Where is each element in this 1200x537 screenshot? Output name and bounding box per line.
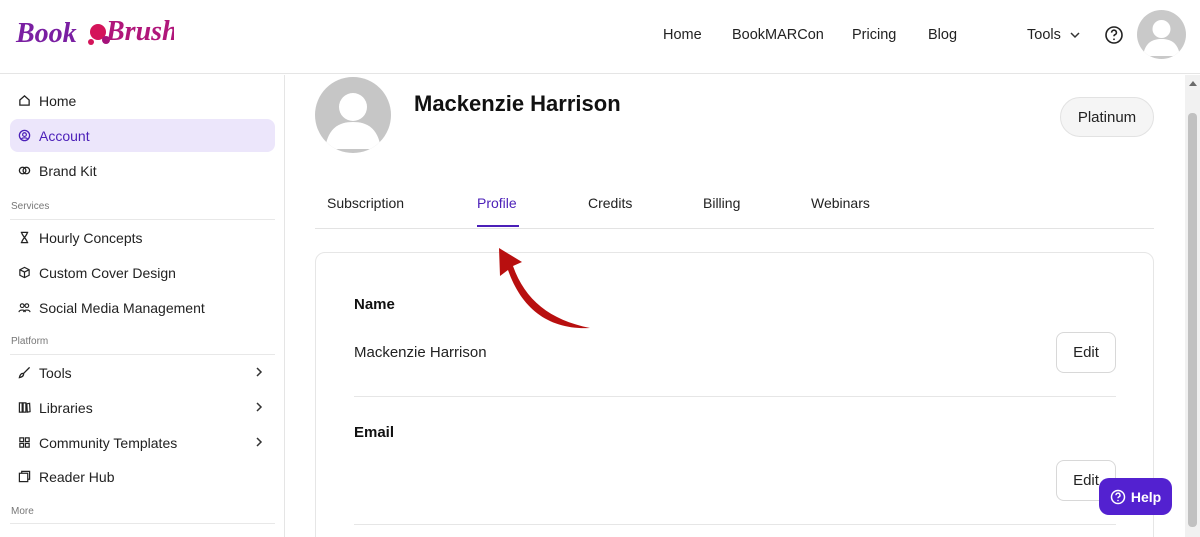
chevron-right-icon	[256, 402, 263, 412]
tab-credits[interactable]: Credits	[588, 195, 632, 211]
sidebar-item-brand-kit[interactable]: Brand Kit	[10, 154, 275, 187]
sidebar-item-label: Community Templates	[39, 434, 178, 451]
chevron-down-icon	[1070, 32, 1080, 39]
user-avatar[interactable]	[1137, 10, 1186, 59]
sidebar-item-hourly-concepts[interactable]: Hourly Concepts	[10, 221, 275, 254]
sidebar-item-label: Reader Hub	[39, 468, 115, 485]
tab-profile[interactable]: Profile	[477, 195, 517, 211]
brush-icon	[18, 366, 31, 379]
annotation-arrow-icon	[499, 248, 590, 329]
sidebar-item-label: Libraries	[39, 399, 93, 416]
brand-kit-icon	[18, 166, 31, 175]
nav-bookmarcon-link[interactable]: BookMARCon	[732, 27, 824, 43]
people-icon	[18, 303, 31, 313]
nav-pricing-link[interactable]: Pricing	[852, 27, 896, 43]
tab-subscription[interactable]: Subscription	[327, 195, 404, 211]
sidebar-divider	[10, 219, 275, 220]
sidebar-divider	[10, 523, 275, 524]
account-icon	[18, 129, 31, 142]
help-circle-icon[interactable]	[1104, 25, 1124, 45]
sidebar-item-tools[interactable]: Tools	[10, 356, 275, 389]
sidebar-item-libraries[interactable]: Libraries	[10, 391, 275, 424]
field-divider	[354, 524, 1116, 525]
nav-home-link[interactable]: Home	[663, 27, 702, 43]
name-label: Name	[354, 296, 395, 313]
active-tab-indicator	[477, 225, 519, 227]
name-value: Mackenzie Harrison	[354, 344, 487, 361]
sidebar-item-community-templates[interactable]: Community Templates	[10, 426, 275, 459]
profile-name: Mackenzie Harrison	[414, 91, 621, 116]
profile-card: Name Mackenzie Harrison Edit Email Edit	[315, 252, 1154, 537]
library-icon	[18, 402, 31, 413]
sidebar-item-label: Custom Cover Design	[39, 264, 176, 281]
help-button-label: Help	[1130, 488, 1162, 505]
sidebar-item-label: Tools	[39, 364, 72, 381]
tab-webinars[interactable]: Webinars	[811, 195, 870, 211]
avatar-placeholder-icon	[325, 93, 381, 149]
sidebar-item-label: Hourly Concepts	[39, 229, 143, 246]
scrollbar-thumb[interactable]	[1188, 113, 1197, 527]
sidebar-item-custom-cover-design[interactable]: Custom Cover Design	[10, 256, 275, 289]
page-scrollbar[interactable]	[1185, 75, 1200, 537]
cube-icon	[19, 266, 30, 279]
grid-icon	[19, 437, 30, 448]
chevron-right-icon	[256, 367, 263, 377]
sidebar-item-social-media-management[interactable]: Social Media Management	[10, 291, 275, 324]
svg-text:Brush: Brush	[105, 16, 174, 47]
sidebar-item-account[interactable]: Account	[10, 119, 275, 152]
help-button[interactable]: Help	[1099, 478, 1172, 515]
sidebar-item-reader-hub[interactable]: Reader Hub	[10, 460, 275, 493]
hourglass-icon	[20, 231, 29, 244]
sidebar-item-label: Brand Kit	[39, 162, 97, 179]
sidebar-section-platform: Platform	[11, 336, 49, 347]
nav-tools-dropdown[interactable]: Tools	[1027, 27, 1081, 43]
profile-avatar[interactable]	[315, 77, 391, 153]
sidebar-section-services: Services	[11, 201, 50, 212]
help-circle-icon	[1110, 489, 1126, 504]
sidebar-divider	[10, 354, 275, 355]
chevron-right-icon	[256, 437, 263, 447]
home-icon	[19, 94, 30, 106]
account-tabs: Subscription Profile Credits Billing Web…	[315, 186, 1154, 229]
sidebar-item-label: Account	[39, 127, 90, 144]
email-label: Email	[354, 424, 395, 441]
field-divider	[354, 396, 1116, 397]
sidebar-section-more: More	[11, 506, 34, 517]
plan-badge: Platinum	[1060, 97, 1154, 137]
top-bar: Book Brush Home BookMARCon Pricing Blog …	[0, 0, 1200, 74]
sidebar-item-home[interactable]: Home	[10, 84, 275, 117]
sidebar-item-label: Social Media Management	[39, 299, 205, 316]
sidebar: Home Account Brand Kit Services Hourly C…	[0, 75, 285, 537]
scroll-up-icon[interactable]	[1189, 81, 1197, 86]
tab-billing[interactable]: Billing	[703, 195, 740, 211]
edit-name-button[interactable]: Edit	[1056, 332, 1116, 373]
sidebar-item-label: Home	[39, 92, 77, 109]
svg-text:Book: Book	[15, 18, 77, 49]
avatar-placeholder-icon	[1143, 20, 1180, 56]
nav-blog-link[interactable]: Blog	[928, 27, 957, 43]
bookbrush-logo[interactable]: Book Brush	[14, 10, 174, 58]
window-icon	[18, 470, 31, 483]
nav-tools-label: Tools	[1027, 27, 1061, 43]
